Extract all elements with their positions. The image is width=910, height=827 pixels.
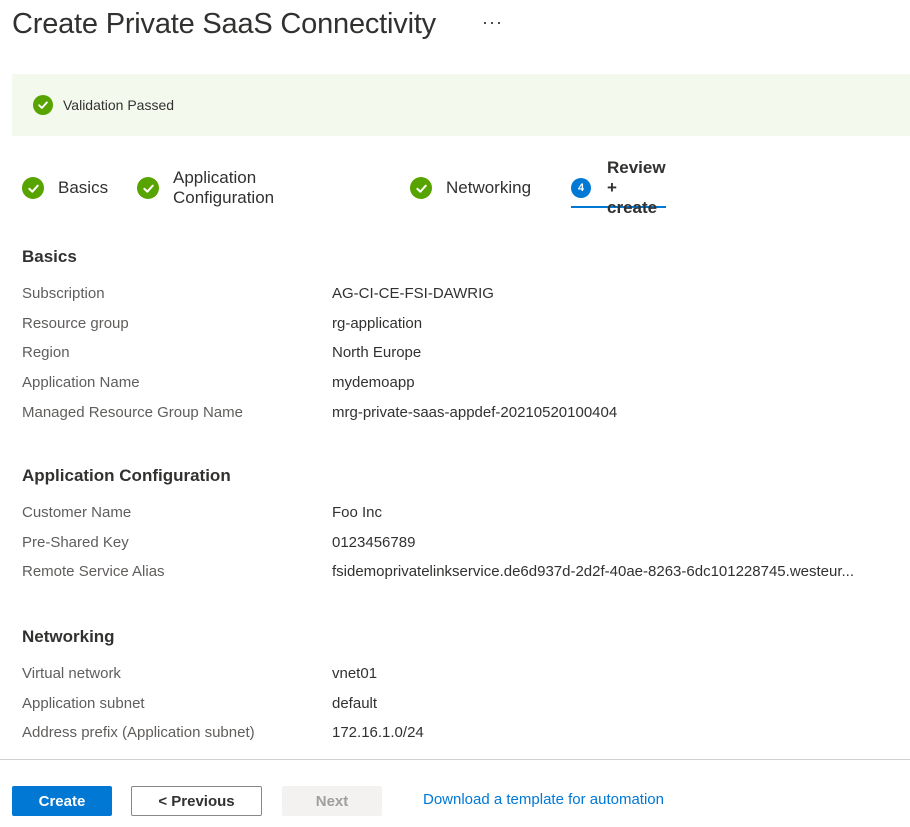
validation-text: Validation Passed: [63, 97, 175, 113]
field-value: rg-application: [332, 314, 423, 332]
summary-row: Region North Europe: [22, 343, 902, 373]
summary-row: Application subnet default: [22, 694, 902, 724]
check-circle-icon: [22, 177, 44, 199]
download-template-link[interactable]: Download a template for automation: [423, 791, 664, 808]
check-circle-icon: [137, 177, 159, 199]
summary-row: Subscription AG-CI-CE-FSI-DAWRIG: [22, 284, 902, 314]
footer-divider: [0, 759, 910, 760]
tab-review-create[interactable]: 4 Review + create: [571, 158, 666, 217]
field-label: Customer Name: [22, 504, 132, 521]
summary-row: Application Name mydemoapp: [22, 373, 902, 403]
section-heading: Application Configuration: [22, 466, 231, 485]
check-circle-icon: [33, 95, 53, 115]
step-number-badge: 4: [571, 178, 591, 198]
field-label: Subscription: [22, 285, 105, 302]
page-title-row: Create Private SaaS Connectivity: [12, 2, 436, 46]
tab-label: Application Configuration: [173, 168, 275, 207]
field-label: Virtual network: [22, 665, 121, 682]
page-title: Create Private SaaS Connectivity: [12, 7, 436, 40]
more-options-button[interactable]: ···: [482, 12, 503, 33]
field-value: North Europe: [332, 344, 422, 362]
field-value: mydemoapp: [332, 374, 415, 392]
previous-button[interactable]: < Previous: [131, 786, 262, 816]
field-value: fsidemoprivatelinkservice.de6d937d-2d2f-…: [332, 563, 855, 581]
field-value: 172.16.1.0/24: [332, 724, 424, 742]
tab-application-configuration[interactable]: Application Configuration: [137, 168, 275, 207]
field-label: Pre-Shared Key: [22, 533, 129, 551]
tab-label: Basics: [58, 178, 109, 197]
section-heading: Basics: [22, 247, 77, 266]
summary-row: Customer Name Foo Inc: [22, 503, 902, 533]
field-value: AG-CI-CE-FSI-DAWRIG: [332, 285, 494, 302]
field-value: Foo Inc: [332, 504, 383, 521]
field-label: Resource group: [22, 314, 129, 332]
validation-banner: Validation Passed: [12, 74, 910, 136]
field-value: vnet01: [332, 665, 378, 682]
field-value: default: [332, 694, 378, 712]
field-value: mrg-private-saas-appdef-20210520100404: [332, 403, 618, 421]
section-networking: Networking Virtual network vnet01 Applica…: [22, 626, 902, 753]
section-heading: Networking: [22, 627, 115, 646]
field-label: Application subnet: [22, 694, 145, 712]
check-circle-icon: [410, 177, 432, 199]
tab-basics[interactable]: Basics: [22, 170, 108, 206]
summary-row: Pre-Shared Key 0123456789: [22, 533, 902, 563]
summary-row: Address prefix (Application subnet) 172.1…: [22, 723, 902, 753]
field-label: Application Name: [22, 374, 140, 392]
field-label: Region: [22, 344, 70, 362]
field-label: Remote Service Alias: [22, 563, 165, 581]
tab-label: Networking: [446, 178, 532, 197]
summary-row: Managed Resource Group Name mrg-private-s…: [22, 403, 902, 433]
summary-row: Remote Service Alias fsidemoprivatelinkse…: [22, 562, 902, 592]
summary-row: Virtual network vnet01: [22, 664, 902, 694]
field-label: Managed Resource Group Name: [22, 403, 243, 421]
tab-label: Review + create: [607, 158, 666, 217]
tab-networking[interactable]: Networking: [410, 170, 531, 206]
create-button[interactable]: Create: [12, 786, 112, 816]
section-application-configuration: Application Configuration Customer Name F…: [22, 465, 902, 592]
summary-row: Resource group rg-application: [22, 314, 902, 344]
field-label: Address prefix (Application subnet): [22, 724, 255, 742]
section-basics: Basics Subscription AG-CI-CE-FSI-DAWRIG R…: [22, 246, 902, 432]
next-button[interactable]: Next: [282, 786, 382, 816]
field-value: 0123456789: [332, 533, 416, 551]
